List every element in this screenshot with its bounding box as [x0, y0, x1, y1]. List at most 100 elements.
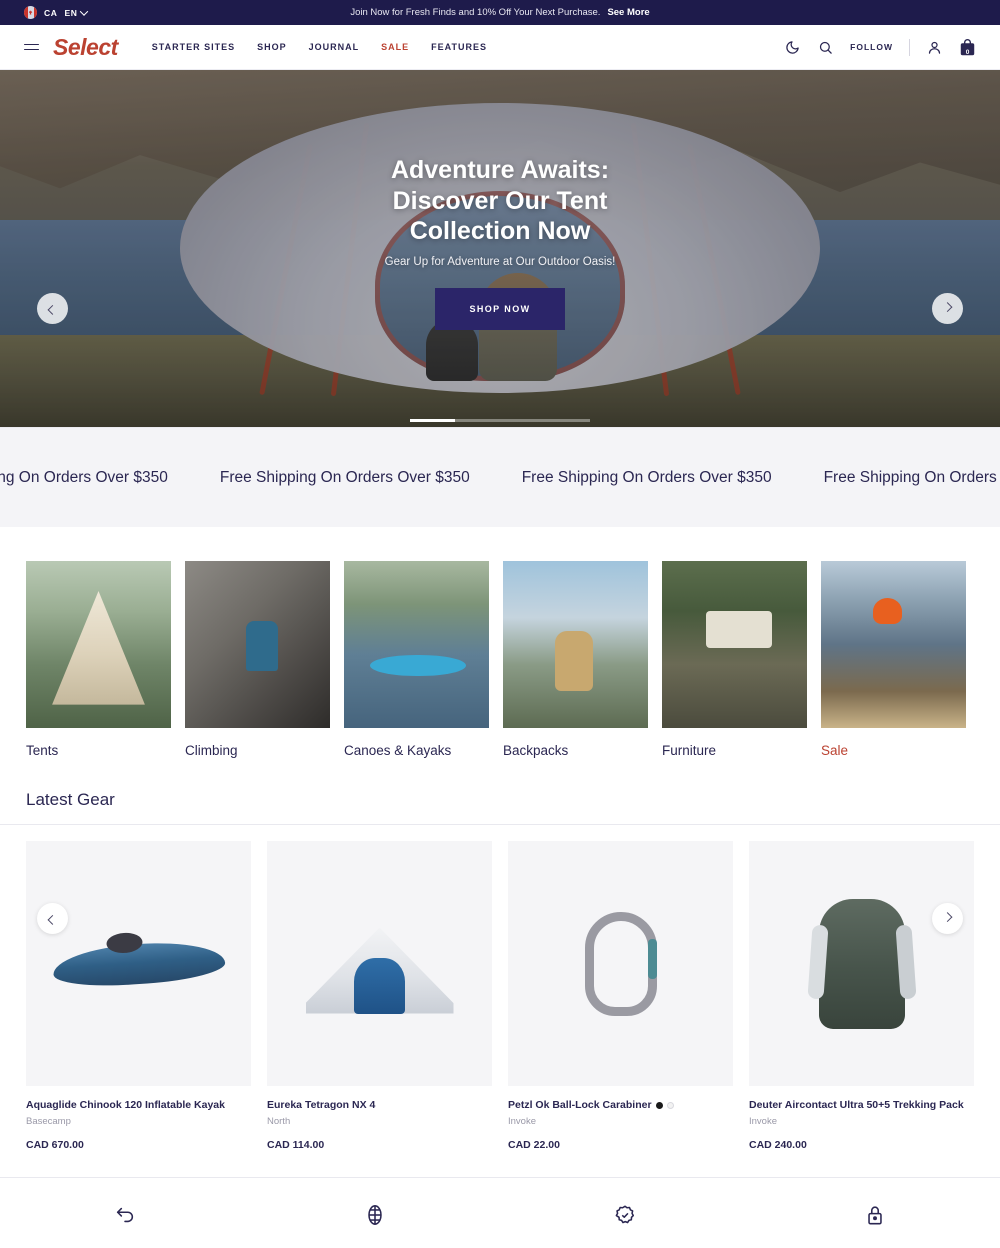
- category-label: Backpacks: [503, 743, 569, 758]
- product-image: [508, 841, 733, 1086]
- category-card-furniture[interactable]: Furniture: [662, 561, 807, 758]
- product-title: Petzl Ok Ball-Lock Carabiner: [508, 1098, 733, 1112]
- account-icon[interactable]: [926, 39, 943, 56]
- hero-progress-segment[interactable]: [545, 419, 590, 422]
- product-card[interactable]: Petzl Ok Ball-Lock Carabiner Invoke CAD 22…: [508, 841, 733, 1151]
- category-label: Tents: [26, 743, 59, 758]
- marquee-item: Free Shipping On Orders Over $350: [219, 468, 470, 486]
- search-icon[interactable]: [817, 39, 834, 56]
- product-title-text: Deuter Aircontact Ultra 50+5 Trekking Pa…: [749, 1099, 964, 1111]
- trust-badge-verified: [500, 1204, 750, 1231]
- category-label: Canoes & Kayaks: [344, 743, 452, 758]
- trust-badge-worldwide: [250, 1204, 500, 1231]
- latest-gear-heading: Latest Gear: [0, 790, 1000, 825]
- color-swatches[interactable]: [655, 1101, 674, 1109]
- product-vendor: North: [267, 1116, 291, 1128]
- hero-next-button[interactable]: [932, 293, 963, 324]
- category-collection-row: Tents Climbing Canoes & Kayaks Backpacks Fur…: [0, 527, 1000, 758]
- nav-item-sale[interactable]: SALE: [381, 42, 409, 52]
- product-vendor: Invoke: [749, 1116, 777, 1128]
- product-next-button[interactable]: [932, 903, 963, 934]
- header-actions: FOLLOW 0: [784, 38, 976, 57]
- product-image: [749, 841, 974, 1086]
- globe-icon: [364, 1204, 386, 1231]
- color-swatch-light[interactable]: [666, 1101, 674, 1109]
- marquee-item: Free Shipping On Orders Over $350: [823, 468, 1000, 486]
- nav-item-journal[interactable]: JOURNAL: [309, 42, 360, 52]
- nav-item-shop[interactable]: SHOP: [257, 42, 287, 52]
- chevron-down-icon: [79, 6, 88, 16]
- header-divider: [909, 38, 910, 56]
- dark-mode-toggle-icon[interactable]: [784, 39, 801, 56]
- product-title-text: Aquaglide Chinook 120 Inflatable Kayak: [26, 1099, 225, 1111]
- category-image: [503, 561, 648, 728]
- site-logo[interactable]: Select: [53, 34, 118, 61]
- cart-button[interactable]: 0: [959, 38, 976, 57]
- product-card[interactable]: Deuter Aircontact Ultra 50+5 Trekking Pa…: [749, 841, 974, 1151]
- hero-progress-indicator[interactable]: [410, 419, 590, 422]
- product-image: [26, 841, 251, 1086]
- latest-gear-section: Latest Gear Aquaglide Chinook 120 Inflat…: [0, 758, 1000, 1151]
- marquee-item: Free Shipping On Orders Over $350: [521, 468, 772, 486]
- trust-badge-returns: [0, 1204, 250, 1231]
- marquee-track: Free Shipping On Orders Over $350 Free Sh…: [0, 469, 1000, 487]
- hero-prev-button[interactable]: [37, 293, 68, 324]
- marquee-item: Free Shipping On Orders Over $350: [0, 468, 168, 486]
- category-image: [185, 561, 330, 728]
- language-selector[interactable]: EN: [64, 6, 88, 18]
- locale-selector[interactable]: CA EN: [0, 6, 88, 19]
- category-card-canoes-kayaks[interactable]: Canoes & Kayaks: [344, 561, 489, 758]
- hero-content: Adventure Awaits: Discover Our Tent Coll…: [0, 70, 1000, 427]
- nav-item-features[interactable]: FEATURES: [431, 42, 487, 52]
- category-card-tents[interactable]: Tents: [26, 561, 171, 758]
- category-image: [26, 561, 171, 728]
- product-prev-button[interactable]: [37, 903, 68, 934]
- category-card-climbing[interactable]: Climbing: [185, 561, 330, 758]
- product-image: [267, 841, 492, 1086]
- free-shipping-marquee: Free Shipping On Orders Over $350 Free Sh…: [0, 427, 1000, 527]
- product-carousel: Aquaglide Chinook 120 Inflatable Kayak Ba…: [0, 825, 1000, 1151]
- category-image: [344, 561, 489, 728]
- return-arrow-icon: [114, 1204, 136, 1231]
- product-title-text: Petzl Ok Ball-Lock Carabiner: [508, 1099, 652, 1111]
- canada-flag-icon: [24, 6, 37, 19]
- hero-subtitle: Gear Up for Adventure at Our Outdoor Oas…: [384, 255, 616, 268]
- trust-badges-row: [0, 1177, 1000, 1248]
- category-label: Sale: [821, 743, 849, 758]
- announcement-message: Join Now for Fresh Finds and 10% Off You…: [350, 7, 601, 18]
- product-vendor: Basecamp: [26, 1116, 71, 1128]
- hero-progress-segment[interactable]: [500, 419, 545, 422]
- category-label: Climbing: [185, 743, 238, 758]
- product-title: Eureka Tetragon NX 4: [267, 1098, 492, 1112]
- category-image: [821, 561, 966, 728]
- site-header: Select STARTER SITES SHOP JOURNAL SALE FEATU…: [0, 25, 1000, 70]
- cart-count-badge: 0: [965, 48, 970, 56]
- announcement-message-group: Join Now for Fresh Finds and 10% Off You…: [350, 7, 649, 18]
- product-title: Deuter Aircontact Ultra 50+5 Trekking Pa…: [749, 1098, 974, 1112]
- hero-progress-segment[interactable]: [410, 419, 455, 422]
- product-title-text: Eureka Tetragon NX 4: [267, 1099, 376, 1111]
- lock-icon: [864, 1204, 886, 1231]
- product-price: CAD 670.00: [26, 1139, 84, 1152]
- product-card[interactable]: Eureka Tetragon NX 4 North CAD 114.00: [267, 841, 492, 1151]
- hero-carousel: Adventure Awaits: Discover Our Tent Coll…: [0, 70, 1000, 427]
- product-title: Aquaglide Chinook 120 Inflatable Kayak: [26, 1098, 251, 1112]
- category-card-sale[interactable]: Sale: [821, 561, 966, 758]
- hero-shop-now-button[interactable]: SHOP NOW: [435, 287, 565, 330]
- hamburger-menu-icon[interactable]: [24, 43, 39, 51]
- nav-item-starter-sites[interactable]: STARTER SITES: [152, 42, 235, 52]
- product-card[interactable]: Aquaglide Chinook 120 Inflatable Kayak Ba…: [26, 841, 251, 1151]
- product-vendor: Invoke: [508, 1116, 536, 1128]
- category-label: Furniture: [662, 743, 717, 758]
- category-card-backpacks[interactable]: Backpacks: [503, 561, 648, 758]
- follow-button[interactable]: FOLLOW: [850, 42, 893, 52]
- see-more-link[interactable]: See More: [607, 7, 649, 18]
- color-swatch-dark[interactable]: [655, 1101, 663, 1109]
- product-price: CAD 114.00: [267, 1139, 325, 1152]
- hero-progress-segment[interactable]: [455, 419, 500, 422]
- product-price: CAD 240.00: [749, 1139, 807, 1152]
- product-price: CAD 22.00: [508, 1139, 560, 1152]
- trust-badge-secure: [750, 1204, 1000, 1231]
- main-navigation: STARTER SITES SHOP JOURNAL SALE FEATURES: [152, 42, 487, 52]
- announcement-bar: CA EN Join Now for Fresh Finds and 10% O…: [0, 0, 1000, 25]
